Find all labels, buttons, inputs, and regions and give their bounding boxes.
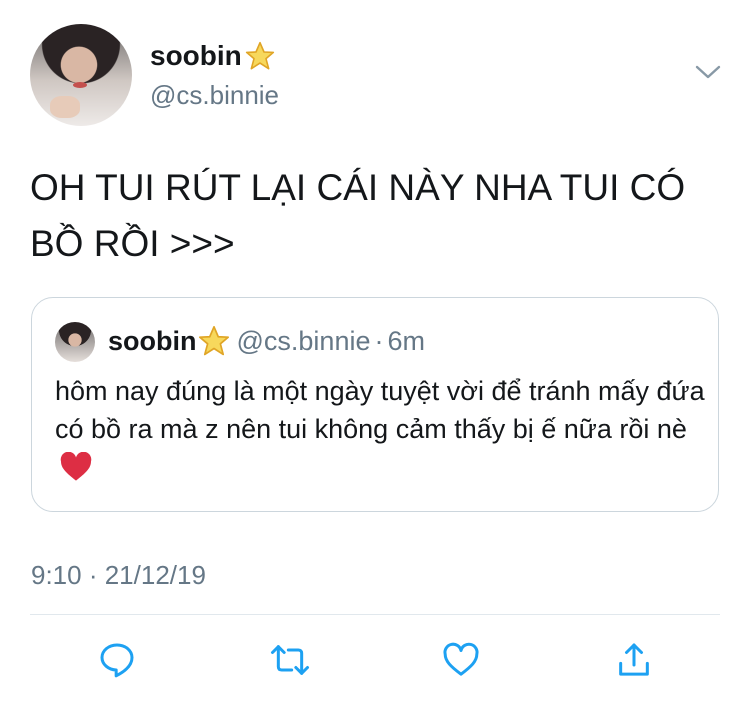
separator-dot: · [374,325,384,356]
share-icon[interactable] [614,640,654,680]
quoted-author-avatar [55,322,95,362]
quoted-tweet-text: hôm nay đúng là một ngày tuyệt vời để tr… [55,372,705,486]
quoted-tweet-card[interactable]: soobin @cs.binnie · 6m hôm nay đúng là m… [31,297,719,512]
author-handle[interactable]: @cs.binnie [150,80,279,111]
retweet-icon[interactable] [270,640,310,680]
avatar-lip [73,82,87,88]
star-icon [245,41,274,70]
author-name-text: soobin [150,40,242,71]
quoted-author-handle: @cs.binnie [236,325,371,356]
quoted-tweet-body: hôm nay đúng là một ngày tuyệt vời để tr… [55,376,705,444]
quoted-tweet-header: soobin @cs.binnie · 6m [108,324,425,358]
star-icon [198,325,229,356]
author-name[interactable]: soobin [150,40,276,72]
reply-icon[interactable] [97,640,137,680]
avatar-hand [50,96,80,118]
quoted-author-name: soobin [108,325,197,356]
divider [30,614,720,615]
author-avatar[interactable] [30,24,132,126]
chevron-down-icon[interactable] [694,62,722,82]
heart-emoji-icon [60,451,92,481]
tweet-timestamp[interactable]: 9:10 · 21/12/19 [31,560,206,591]
tweet-text: OH TUI RÚT LẠI CÁI NÀY NHA TUI CÓ BỒ RỒI… [30,167,686,264]
like-icon[interactable] [441,640,481,680]
quoted-tweet-time: 6m [387,325,425,356]
